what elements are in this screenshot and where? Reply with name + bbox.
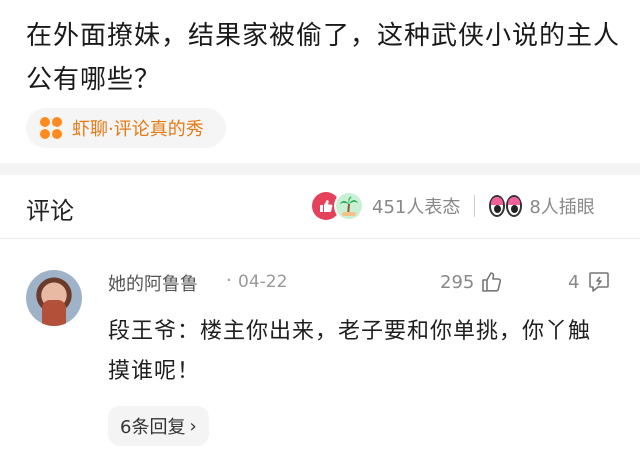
chevron-right-icon: › — [189, 415, 197, 437]
eye-roll-count: 8人插眼 — [529, 197, 595, 218]
comment-date: 04-22 — [238, 272, 288, 292]
reply-button[interactable]: 4 — [568, 270, 611, 294]
avatar[interactable] — [26, 270, 82, 326]
comments-header: 评论 451人表态 8人插眼 — [0, 175, 640, 239]
comment-username[interactable]: 她的阿鲁鲁 — [108, 270, 198, 296]
like-button[interactable]: 295 — [440, 270, 504, 294]
clover-icon — [40, 117, 62, 139]
thumbs-up-icon — [482, 272, 502, 292]
post-title: 在外面撩妹，结果家被偷了，这种武侠小说的主人公有哪些？ — [26, 21, 621, 95]
reply-count: 4 — [568, 271, 580, 293]
comments-title: 评论 — [26, 197, 74, 225]
meta-separator: · — [226, 270, 232, 291]
divider — [474, 195, 476, 217]
post-title-block: 在外面撩妹，结果家被偷了，这种武侠小说的主人公有哪些？ — [26, 14, 626, 102]
comment-text: 段王爷：楼主你出来，老子要和你单挑，你丫触摸谁呢！ — [108, 319, 592, 384]
palm-tree-reaction-icon — [334, 191, 364, 221]
eye-roll-icon — [489, 195, 523, 217]
reactions-bar[interactable]: 451人表态 8人插眼 — [312, 191, 595, 221]
view-replies-label: 6条回复 — [120, 417, 186, 438]
topic-tag[interactable]: 虾聊·评论真的秀 — [26, 108, 226, 148]
comment-bubble-icon — [589, 272, 610, 292]
reactions-count: 451人表态 — [372, 197, 461, 218]
topic-label: 虾聊·评论真的秀 — [72, 119, 204, 140]
like-count: 295 — [440, 271, 475, 293]
comment-item: 她的阿鲁鲁 · 04-22 295 4 段王爷：楼主你出来，老子要和你单挑，你丫… — [0, 240, 640, 459]
view-replies-button[interactable]: 6条回复 › — [108, 406, 209, 446]
section-divider — [0, 163, 640, 175]
